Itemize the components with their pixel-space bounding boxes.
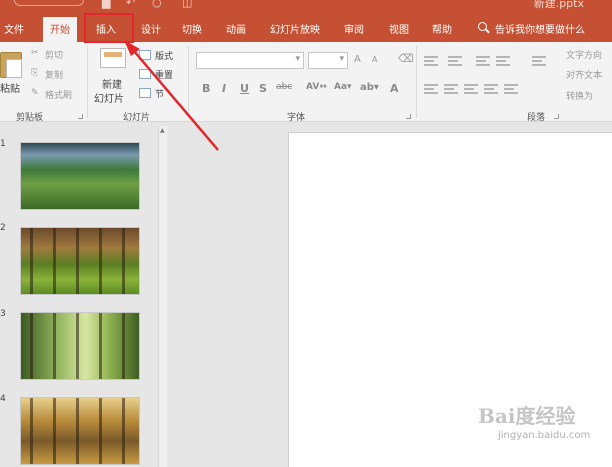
baidu-watermark: Bai度经验 jingyan.baidu.com: [478, 396, 612, 444]
watermark-title: Bai度经验: [478, 404, 576, 428]
watermark-url: jingyan.baidu.com: [498, 430, 591, 441]
